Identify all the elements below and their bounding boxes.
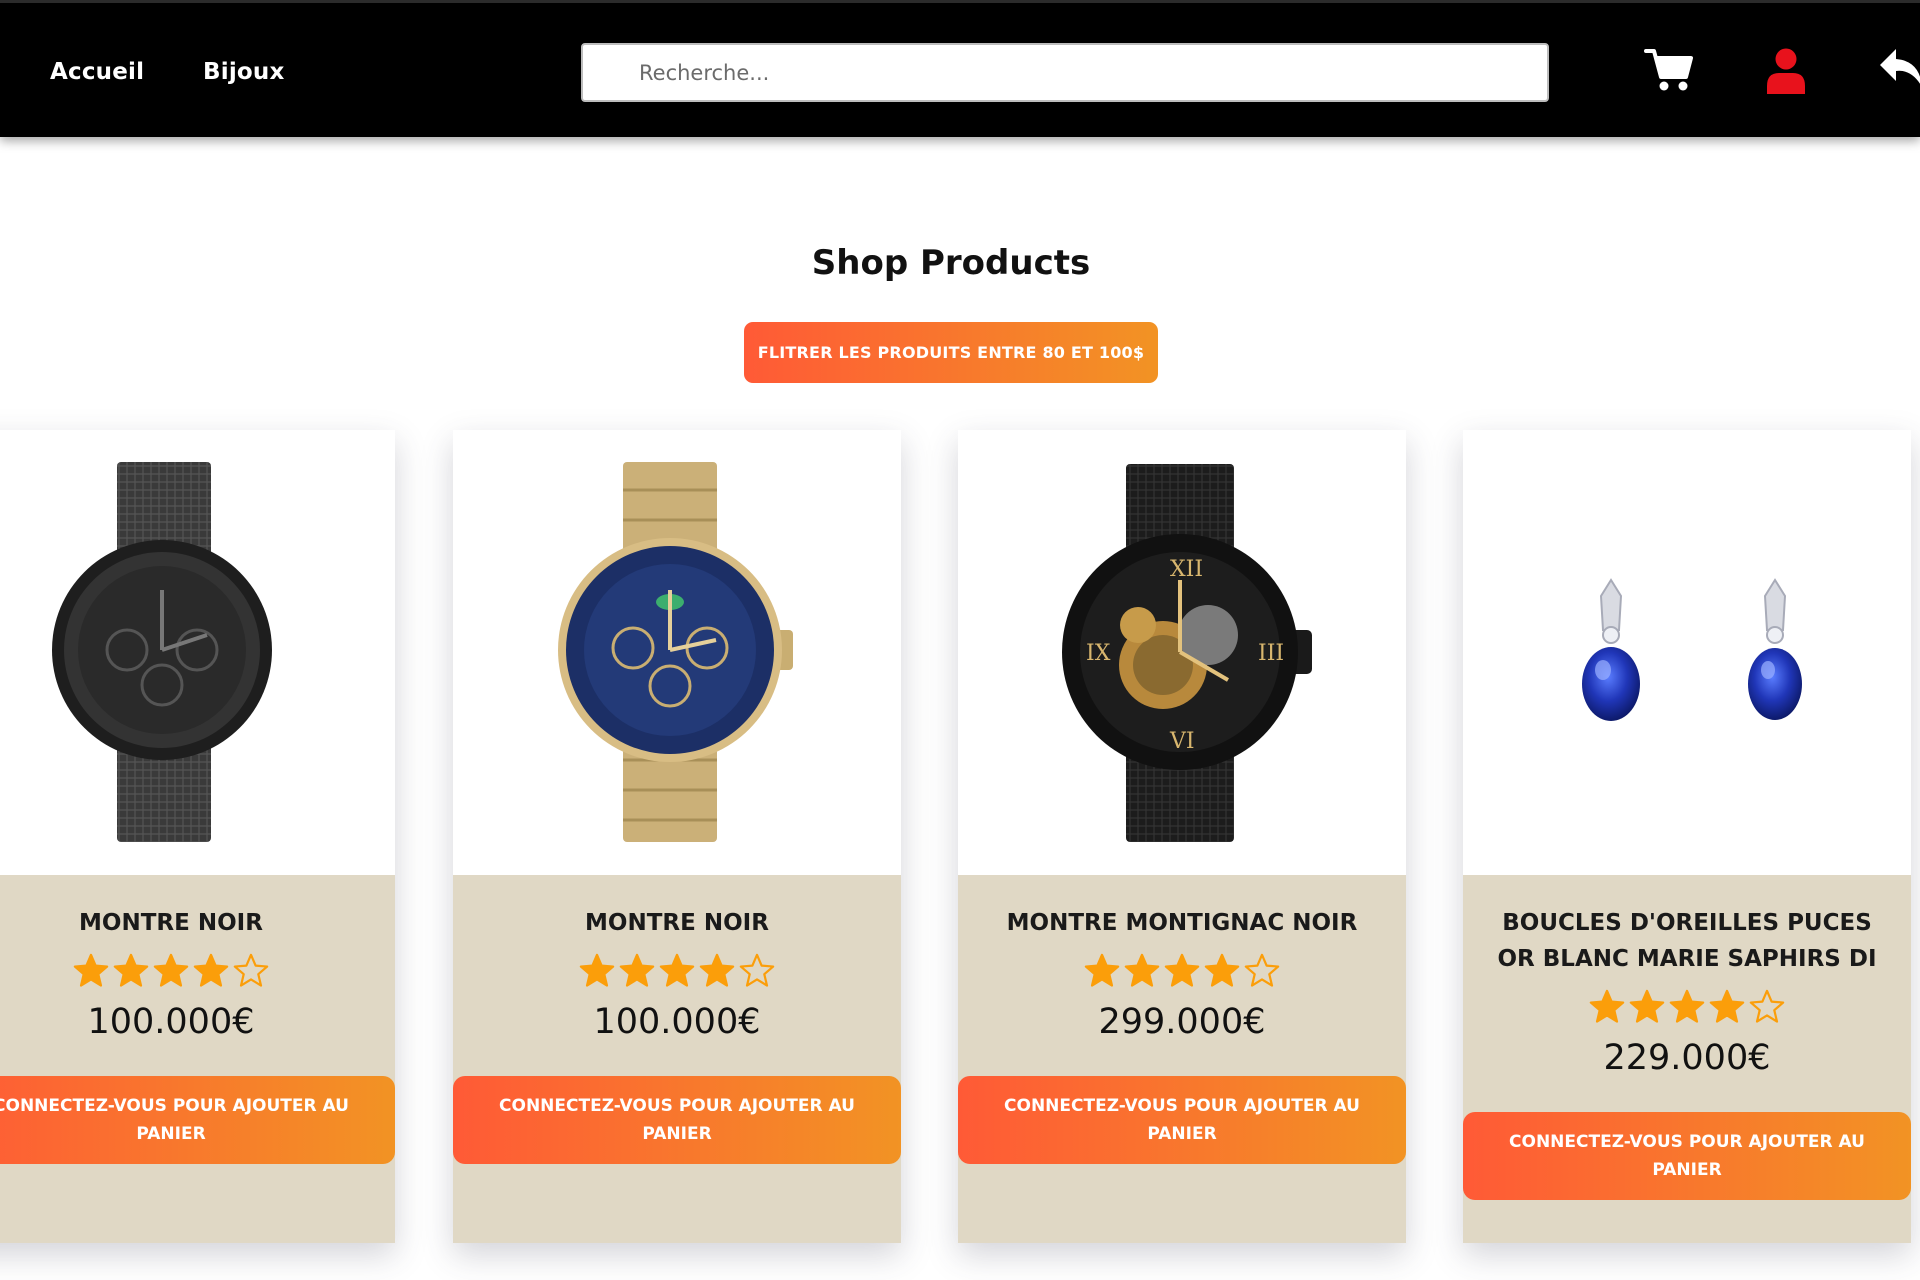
star-filled-icon xyxy=(1669,989,1705,1023)
rating-stars xyxy=(453,952,901,992)
rating-stars xyxy=(0,952,395,992)
star-filled-icon xyxy=(113,953,149,987)
product-price: 100.000€ xyxy=(593,1002,761,1042)
add-to-cart-button[interactable]: CONNECTEZ-VOUS POUR AJOUTER AU PANIER xyxy=(1463,1112,1911,1200)
black-mesh-watch-image xyxy=(52,462,272,842)
sapphire-earrings-image xyxy=(1582,578,1802,721)
star-filled-icon xyxy=(193,953,229,987)
user-icon[interactable] xyxy=(1765,48,1807,94)
product-image[interactable]: XII III VI IX xyxy=(958,430,1406,875)
star-filled-icon xyxy=(73,953,109,987)
star-filled-icon xyxy=(1629,989,1665,1023)
page-title: Shop Products xyxy=(811,243,1091,283)
product-image[interactable] xyxy=(0,430,395,875)
rating-stars xyxy=(1463,988,1911,1028)
product-name: MONTRE NOIR xyxy=(585,910,769,936)
star-empty-icon xyxy=(233,953,269,987)
product-card: MONTRE NOIR 100.000€ CONNECTEZ-VOUS POUR… xyxy=(0,430,395,1243)
nav-link-accueil[interactable]: Accueil xyxy=(50,59,144,85)
gold-blue-watch-image xyxy=(558,462,793,842)
search-input[interactable] xyxy=(581,43,1549,102)
star-filled-icon xyxy=(1204,953,1240,987)
skeleton-watch-image: XII III VI IX xyxy=(1062,464,1312,842)
product-name: MONTRE MONTIGNAC NOIR xyxy=(1006,910,1358,936)
star-empty-icon xyxy=(739,953,775,987)
product-price: 100.000€ xyxy=(87,1002,255,1042)
add-to-cart-button[interactable]: CONNECTEZ-VOUS POUR AJOUTER AU PANIER xyxy=(958,1076,1406,1164)
top-navbar: Accueil Bijoux xyxy=(0,0,1920,137)
star-filled-icon xyxy=(699,953,735,987)
product-price: 299.000€ xyxy=(1098,1002,1266,1042)
rating-stars xyxy=(958,952,1406,992)
product-card: XII III VI IX MONTRE MONTIGNAC NOIR 299.… xyxy=(958,430,1406,1243)
star-filled-icon xyxy=(659,953,695,987)
product-card: MONTRE NOIR 100.000€ CONNECTEZ-VOUS POUR… xyxy=(453,430,901,1243)
star-filled-icon xyxy=(619,953,655,987)
star-empty-icon xyxy=(1749,989,1785,1023)
star-filled-icon xyxy=(579,953,615,987)
star-empty-icon xyxy=(1244,953,1280,987)
back-arrow-icon[interactable] xyxy=(1878,47,1920,91)
star-filled-icon xyxy=(1709,989,1745,1023)
product-image[interactable] xyxy=(453,430,901,875)
svg-text:XII: XII xyxy=(1170,557,1203,582)
product-image[interactable] xyxy=(1463,430,1911,875)
add-to-cart-button[interactable]: CONNECTEZ-VOUS POUR AJOUTER AU PANIER xyxy=(0,1076,395,1164)
svg-text:IX: IX xyxy=(1086,641,1111,666)
star-filled-icon xyxy=(1084,953,1120,987)
svg-text:III: III xyxy=(1258,641,1284,666)
star-filled-icon xyxy=(1164,953,1200,987)
product-card: BOUCLES D'OREILLES PUCES OR BLANC MARIE … xyxy=(1463,430,1911,1243)
star-filled-icon xyxy=(1124,953,1160,987)
nav-link-bijoux[interactable]: Bijoux xyxy=(203,59,285,85)
product-name: MONTRE NOIR xyxy=(79,910,263,936)
svg-text:VI: VI xyxy=(1169,729,1195,754)
add-to-cart-button[interactable]: CONNECTEZ-VOUS POUR AJOUTER AU PANIER xyxy=(453,1076,901,1164)
filter-price-button[interactable]: FLITRER LES PRODUITS ENTRE 80 ET 100$ xyxy=(744,322,1158,383)
cart-icon[interactable] xyxy=(1644,47,1694,93)
star-filled-icon xyxy=(1589,989,1625,1023)
product-price: 229.000€ xyxy=(1603,1038,1771,1078)
product-name: BOUCLES D'OREILLES PUCES OR BLANC MARIE … xyxy=(1497,910,1877,972)
star-filled-icon xyxy=(153,953,189,987)
